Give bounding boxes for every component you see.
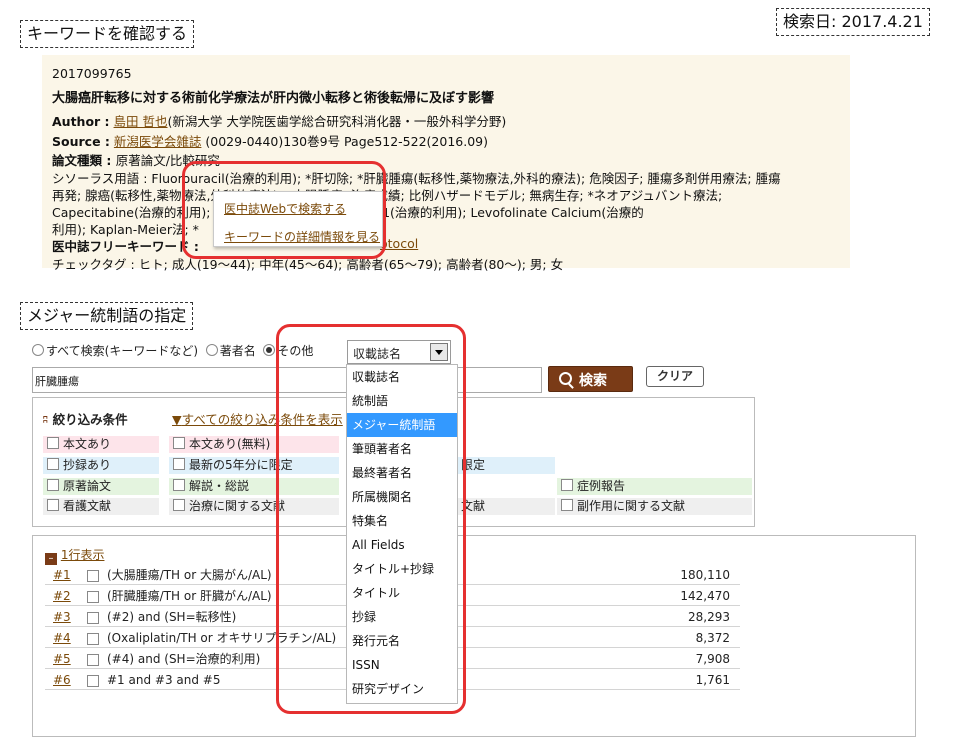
highlight-box-keyword	[182, 161, 386, 259]
source-detail: (0029-0440)130巻9号 Page512-522(2016.09)	[201, 134, 488, 149]
filter-label: 解説・総説	[189, 479, 250, 493]
history-query: (大腸腫瘍/TH or 大腸がん/AL)	[107, 568, 272, 582]
filter-documents[interactable]: 文献	[457, 498, 555, 515]
record-title: 大腸癌肝転移に対する術前化学療法が肝内微小転移と術後転帰に及ぼす影響	[52, 91, 495, 106]
filter-case-report[interactable]: 症例報告	[557, 478, 752, 495]
highlight-box-dropdown	[276, 324, 466, 714]
filter-limit[interactable]: 限定	[457, 457, 555, 474]
filter-label: 原著論文	[63, 479, 112, 493]
history-number-link[interactable]: #5	[53, 650, 71, 668]
checkbox[interactable]	[47, 479, 59, 491]
filter-original[interactable]: 原著論文	[43, 478, 159, 495]
filter-label: 副作用に関する文献	[577, 499, 686, 513]
radio-all[interactable]	[32, 344, 44, 356]
search-mode-radios: すべて検索(キーワードなど) 著者名 その他	[32, 342, 313, 359]
history-count: 1,761	[695, 673, 730, 687]
filter-funnel-icon: ʭ	[43, 412, 49, 427]
filter-label: 本文あり(無料)	[189, 437, 271, 451]
history-count: 142,470	[680, 589, 730, 603]
history-query: (#2) and (SH=転移性)	[107, 610, 237, 624]
filter-header-label: 絞り込み条件	[52, 412, 128, 427]
history-count: 7,908	[695, 652, 730, 666]
source-label: Source :	[52, 134, 110, 149]
record-panel: 2017099765 大腸癌肝転移に対する術前化学療法が肝内微小転移と術後転帰に…	[42, 55, 850, 272]
search-input-value: 肝臓腫瘍	[35, 375, 79, 388]
author-label: Author :	[52, 114, 110, 129]
filter-adverse[interactable]: 副作用に関する文献	[557, 498, 752, 515]
checkbox[interactable]	[561, 499, 573, 511]
history-query: (#4) and (SH=治療的利用)	[107, 652, 261, 666]
history-count: 8,372	[695, 631, 730, 645]
checkbox[interactable]	[87, 612, 99, 624]
collapse-icon[interactable]: –	[45, 553, 57, 565]
checkbox[interactable]	[561, 479, 573, 491]
checkbox[interactable]	[173, 437, 185, 449]
history-count: 28,293	[688, 610, 730, 624]
checkbox[interactable]	[173, 479, 185, 491]
radio-all-label: すべて検索(キーワードなど)	[46, 344, 199, 358]
search-button[interactable]: 検索	[548, 366, 633, 392]
source-journal-link[interactable]: 新潟医学会雑誌	[114, 134, 202, 149]
history-count: 180,110	[680, 568, 730, 582]
checkbox[interactable]	[173, 499, 185, 511]
history-number-link[interactable]: #2	[53, 587, 71, 605]
search-history-panel: – 1行表示 #1 (大腸腫瘍/TH or 大腸がん/AL) 180,110 #2 (肝…	[32, 535, 916, 737]
search-button-label: 検索	[579, 373, 607, 389]
chevron-down-icon: ▼	[172, 412, 182, 427]
filter-fulltext[interactable]: 本文あり	[43, 436, 159, 453]
filter-label: 症例報告	[577, 479, 626, 493]
free-keyword-label: 医中誌フリーキーワード :	[52, 239, 199, 254]
author-link[interactable]: 島田 哲也	[114, 114, 168, 129]
checkbox[interactable]	[173, 458, 185, 470]
history-number-link[interactable]: #3	[53, 608, 71, 626]
section-title-major-term: メジャー統制語の指定	[20, 302, 194, 330]
checkbox[interactable]	[47, 437, 59, 449]
checkbox[interactable]	[87, 675, 99, 687]
radio-author[interactable]	[205, 344, 218, 356]
history-query: (肝臓腫瘍/TH or 肝臓がん/AL)	[107, 589, 272, 603]
history-number-link[interactable]: #4	[53, 629, 71, 647]
filter-label: 本文あり	[63, 437, 112, 451]
clear-button[interactable]: クリア	[646, 366, 704, 387]
author-affiliation: (新潟大学 大学院医歯学総合研究科消化器・一般外科学分野)	[167, 114, 507, 129]
history-query: #1 and #3 and #5	[107, 673, 221, 687]
record-id: 2017099765	[52, 66, 132, 81]
checkbox[interactable]	[87, 570, 99, 582]
history-number-link[interactable]: #6	[53, 671, 71, 689]
checkbox[interactable]	[47, 499, 59, 511]
filter-abstract[interactable]: 抄録あり	[43, 457, 159, 474]
section-title-check-keywords: キーワードを確認する	[20, 20, 195, 48]
radio-other[interactable]	[263, 344, 276, 356]
filter-nursing[interactable]: 看護文献	[43, 498, 159, 515]
checkbox[interactable]	[87, 633, 99, 645]
checkbox[interactable]	[47, 458, 59, 470]
filter-label: 抄録あり	[63, 458, 112, 472]
filter-label: 治療に関する文献	[189, 499, 286, 513]
one-line-view-link[interactable]: 1行表示	[61, 548, 105, 562]
radio-author-label: 著者名	[219, 344, 256, 358]
type-label: 論文種類 :	[52, 153, 116, 168]
checkbox[interactable]	[87, 654, 99, 666]
filter-header: ʭ 絞り込み条件	[43, 409, 128, 428]
history-number-link[interactable]: #1	[53, 566, 71, 584]
search-date: 検索日: 2017.4.21	[776, 8, 930, 36]
filter-label: 看護文献	[63, 499, 112, 513]
search-icon	[559, 372, 572, 385]
checkbox[interactable]	[87, 591, 99, 603]
